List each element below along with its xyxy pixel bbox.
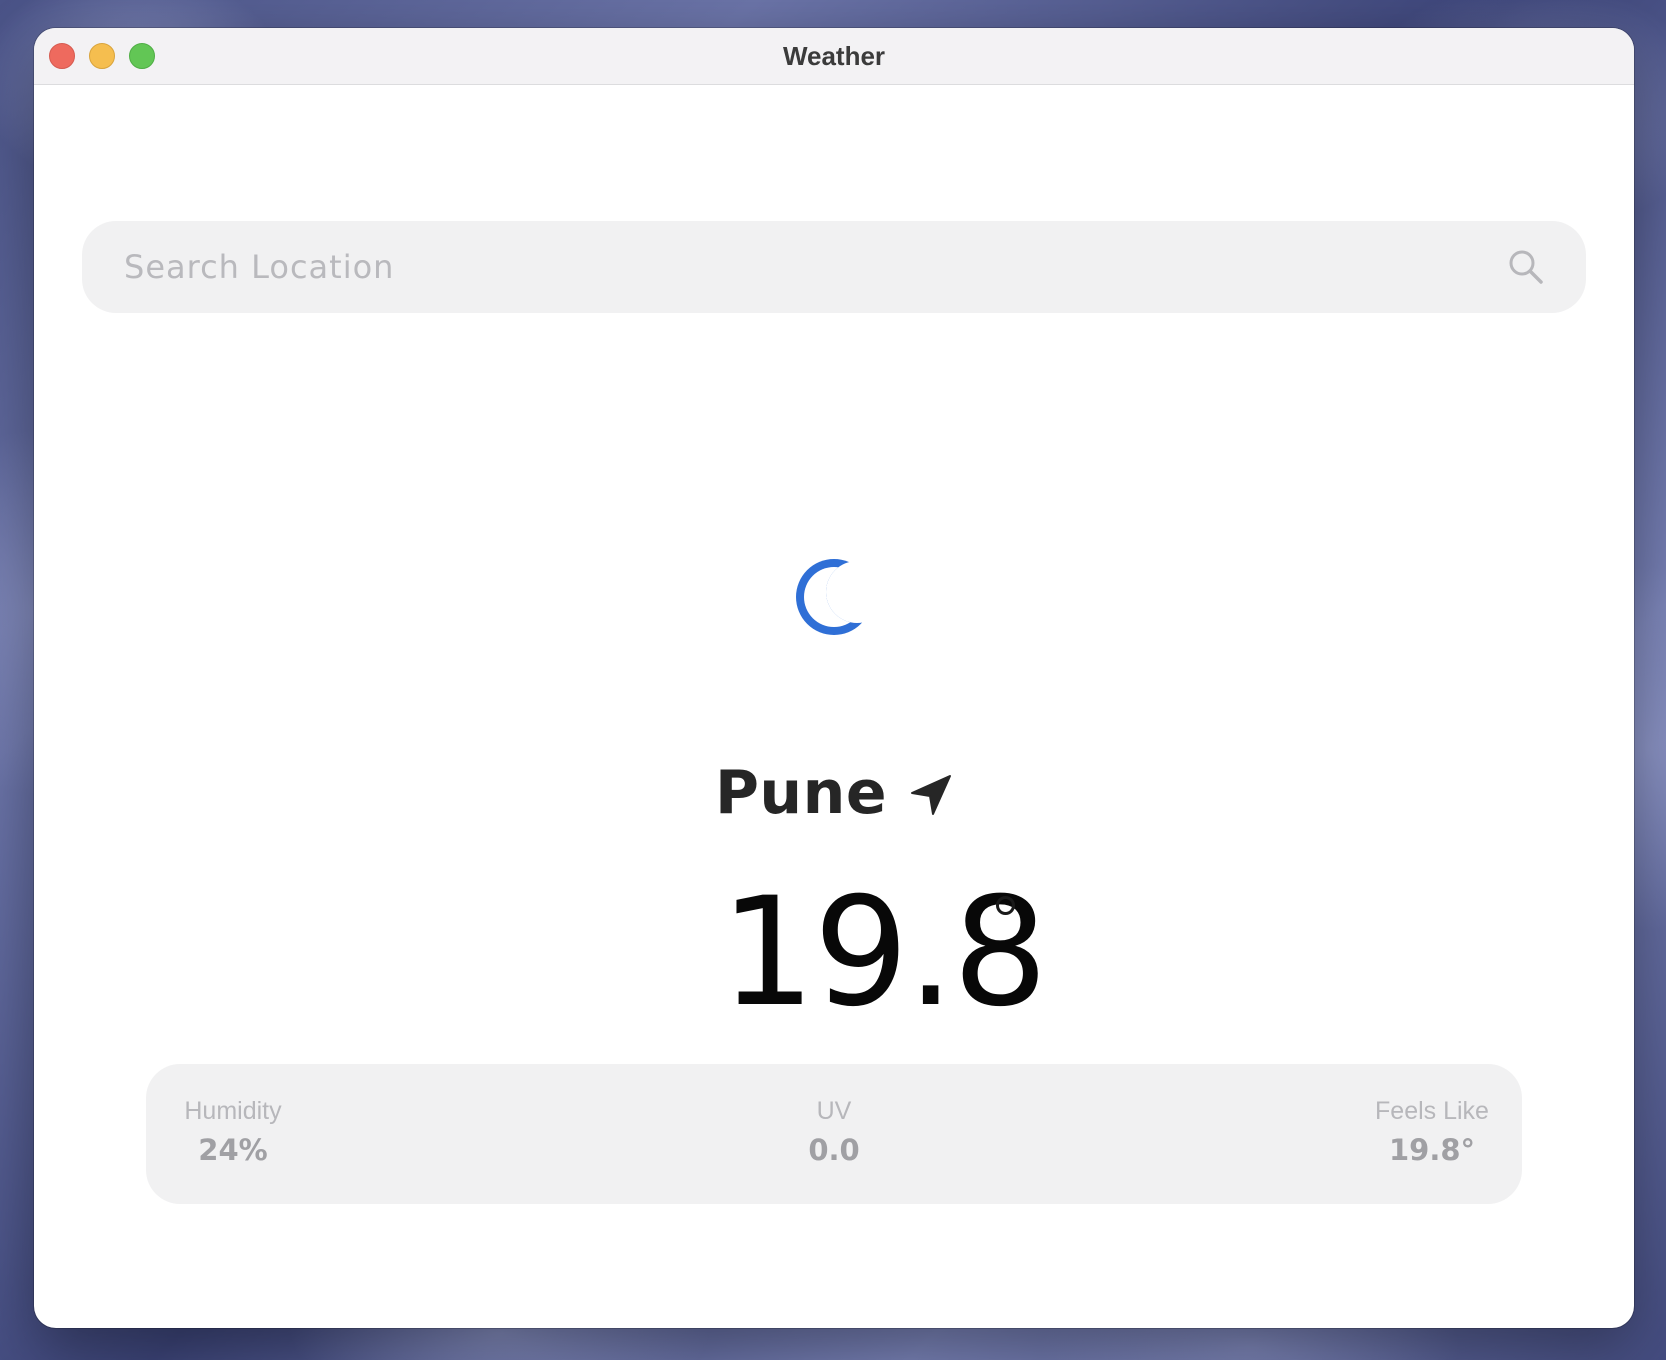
- window-title: Weather: [782, 41, 886, 71]
- temperature-row: 19.8: [34, 868, 1634, 1038]
- city-row: Pune: [34, 758, 1634, 828]
- title-bar[interactable]: Weather: [34, 28, 1634, 85]
- humidity-value: 24%: [198, 1133, 268, 1167]
- search-button[interactable]: [1504, 245, 1548, 289]
- city-name: Pune: [714, 758, 888, 828]
- search-input[interactable]: [122, 247, 1504, 287]
- moon-icon: [796, 559, 872, 635]
- feels-like-label: Feels Like: [1375, 1097, 1489, 1125]
- uv-value: 0.0: [808, 1133, 860, 1167]
- weather-window: Weather Pune 19.8 Humidit: [34, 28, 1634, 1328]
- humidity-label: Humidity: [184, 1097, 282, 1125]
- feels-like-stat: Feels Like 19.8°: [1372, 1094, 1492, 1172]
- feels-like-value: 19.8°: [1388, 1133, 1476, 1167]
- uv-label: UV: [816, 1097, 852, 1125]
- humidity-stat: Humidity 24%: [178, 1094, 288, 1172]
- location-arrow-icon[interactable]: [909, 773, 953, 817]
- degree-symbol: [996, 896, 1015, 915]
- search-bar[interactable]: [82, 221, 1586, 313]
- temperature-value: 19.8: [720, 866, 1048, 1040]
- uv-stat: UV 0.0: [784, 1094, 884, 1172]
- search-icon: [1509, 250, 1543, 284]
- stats-panel: Humidity 24% UV 0.0 Feels Like 19.8°: [146, 1064, 1522, 1204]
